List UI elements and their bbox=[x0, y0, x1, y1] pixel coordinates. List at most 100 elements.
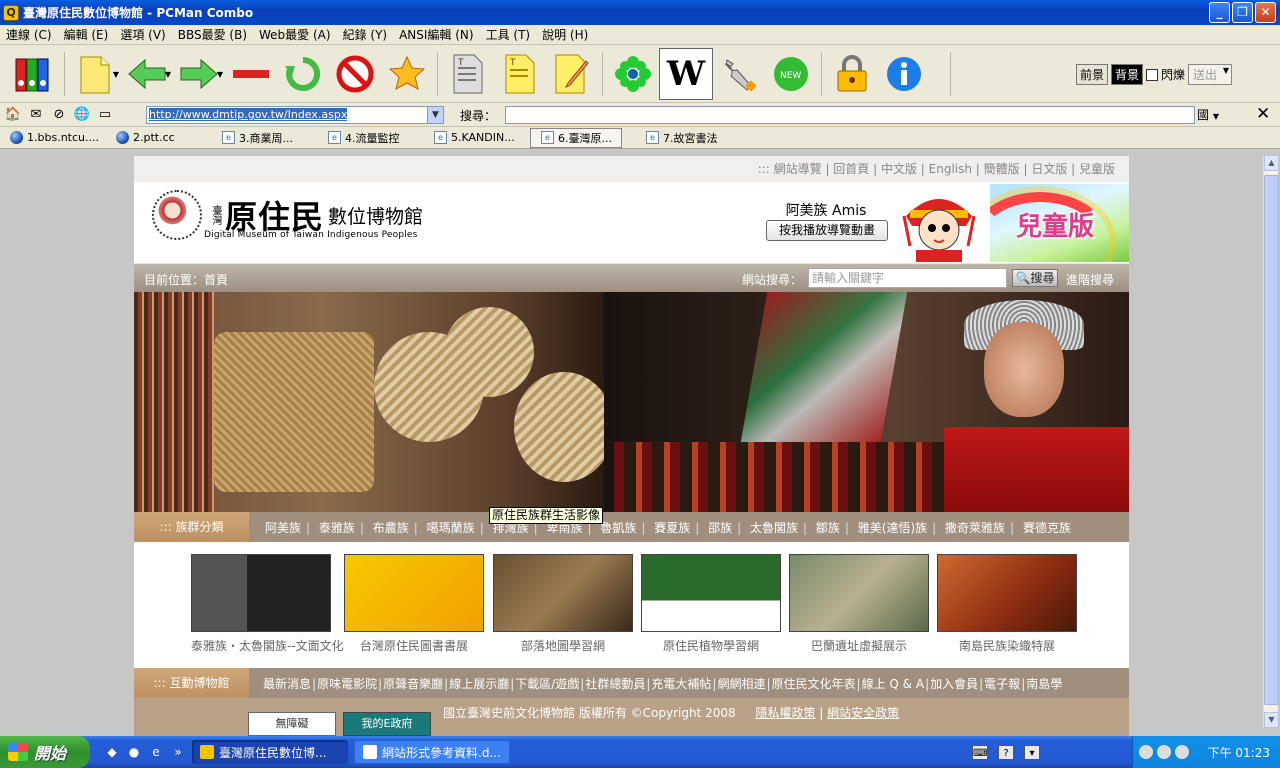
menu-help[interactable]: 說明 (H) bbox=[536, 26, 594, 43]
lock-icon[interactable] bbox=[826, 48, 878, 100]
home-icon[interactable]: 🏠 bbox=[3, 106, 23, 124]
menu-tools[interactable]: 工具 (T) bbox=[480, 26, 537, 43]
text-note-icon[interactable]: T bbox=[494, 48, 546, 100]
e-government-banner[interactable]: 我的E政府 bbox=[343, 712, 431, 736]
no-entry-icon[interactable] bbox=[329, 48, 381, 100]
restore-button[interactable]: ❐ bbox=[1232, 2, 1253, 23]
foreground-button[interactable]: 前景 bbox=[1075, 64, 1108, 85]
connect-books-icon[interactable] bbox=[8, 48, 60, 100]
tribe-link[interactable]: 太魯閣族 bbox=[750, 521, 798, 535]
interactive-link[interactable]: 原住民文化年表 bbox=[772, 677, 856, 691]
search-engine-select[interactable]: 國 ▼ bbox=[1197, 106, 1239, 124]
tribe-link[interactable]: 鄒族 bbox=[816, 521, 840, 535]
wikipedia-icon[interactable]: W bbox=[659, 48, 713, 100]
tab-5[interactable]: e 5.KANDIN... bbox=[424, 128, 530, 148]
taskbar-item-browser[interactable]: 臺灣原住民數位博... bbox=[192, 740, 348, 764]
tribe-link[interactable]: 魯凱族 bbox=[600, 521, 636, 535]
tribe-link[interactable]: 阿美族 bbox=[265, 521, 301, 535]
help-icon[interactable]: ? bbox=[998, 745, 1014, 760]
interactive-link[interactable]: 電子報 bbox=[984, 677, 1020, 691]
interactive-link[interactable]: 網網相連 bbox=[717, 677, 765, 691]
interactive-link[interactable]: 線上 Q & A bbox=[862, 677, 924, 691]
edit-note-icon[interactable] bbox=[546, 48, 598, 100]
options-icon[interactable]: ▾ bbox=[1024, 745, 1040, 760]
browser-icon[interactable]: ● bbox=[126, 744, 142, 760]
tribe-link[interactable]: 賽德克族 bbox=[1023, 521, 1071, 535]
tribe-link[interactable]: 撒奇萊雅族 bbox=[945, 521, 1005, 535]
tab-6[interactable]: e 6.臺灣原... bbox=[530, 127, 622, 148]
tribe-link[interactable]: 雅美(達悟)族 bbox=[858, 521, 927, 535]
url-input[interactable]: http://www.dmtip.gov.tw/Index.aspx ▼ bbox=[146, 106, 444, 124]
snowflake-icon[interactable] bbox=[607, 48, 659, 100]
interactive-link[interactable]: 加入會員 bbox=[930, 677, 978, 691]
feature-item[interactable]: 部落地圖學習網 bbox=[493, 554, 633, 654]
feature-item[interactable]: 巴蘭遺址虛擬展示 bbox=[789, 554, 929, 654]
tab-4[interactable]: e 4.流量監控 bbox=[318, 128, 424, 148]
feature-item[interactable]: 南島民族染織特展 bbox=[937, 554, 1077, 654]
interactive-link[interactable]: 充電大補帖 bbox=[651, 677, 711, 691]
site-search-input[interactable]: 請輸入關鍵字 bbox=[808, 268, 1007, 288]
tribe-link[interactable]: 泰雅族 bbox=[319, 521, 355, 535]
tab-3[interactable]: e 3.商業周... bbox=[212, 128, 318, 148]
ie-icon[interactable]: e bbox=[148, 744, 164, 760]
stop-minus-icon[interactable] bbox=[225, 48, 277, 100]
volume-icon[interactable] bbox=[1175, 745, 1189, 759]
menu-options[interactable]: 選項 (V) bbox=[114, 26, 171, 43]
top-links[interactable]: ::: 網站導覽 | 回首頁 | 中文版 | English | 簡體版 | 日… bbox=[134, 156, 1129, 182]
show-desktop-icon[interactable]: ◆ bbox=[104, 744, 120, 760]
menu-ansi-edit[interactable]: ANSI編輯 (N) bbox=[393, 26, 480, 43]
minimize-button[interactable]: _ bbox=[1209, 2, 1230, 23]
new-page-icon[interactable] bbox=[69, 48, 121, 100]
menu-edit[interactable]: 編輯 (E) bbox=[58, 26, 115, 43]
interactive-link[interactable]: 原聲音樂廳 bbox=[383, 677, 443, 691]
vertical-scrollbar[interactable]: ▲ ▼ bbox=[1263, 155, 1279, 728]
start-button[interactable]: 開始 bbox=[0, 736, 90, 768]
blink-checkbox[interactable] bbox=[1145, 68, 1158, 81]
menu-web-favorites[interactable]: Web最愛 (A) bbox=[253, 26, 337, 43]
more-icon[interactable]: » bbox=[170, 744, 186, 760]
forward-arrow-icon[interactable] bbox=[173, 48, 225, 100]
feature-item[interactable]: 台灣原住民圖書書展 bbox=[344, 554, 484, 654]
text-document-icon[interactable]: T bbox=[442, 48, 494, 100]
back-arrow-icon[interactable] bbox=[1139, 745, 1153, 759]
scroll-down-icon[interactable]: ▼ bbox=[1264, 712, 1279, 728]
keyboard-icon[interactable]: ⌨ bbox=[972, 745, 988, 760]
site-logo[interactable]: 臺灣 原住民 數位博物館 Digital Museum of Taiwan In… bbox=[152, 190, 423, 240]
refresh-icon[interactable] bbox=[277, 48, 329, 100]
interactive-link[interactable]: 原味電影院 bbox=[317, 677, 377, 691]
advanced-search-link[interactable]: 進階搜尋 bbox=[1066, 271, 1114, 288]
tribe-link[interactable]: 布農族 bbox=[373, 521, 409, 535]
new-badge-icon[interactable]: NEW bbox=[765, 48, 817, 100]
scrollbar-thumb[interactable] bbox=[1264, 175, 1279, 705]
mail-icon[interactable]: ✉ bbox=[26, 106, 46, 124]
menu-bbs-favorites[interactable]: BBS最愛 (B) bbox=[172, 26, 253, 43]
search-input[interactable] bbox=[505, 106, 1195, 124]
tray-app-icon[interactable] bbox=[1157, 745, 1171, 759]
menu-history[interactable]: 紀錄 (Y) bbox=[337, 26, 394, 43]
taskbar-item-document[interactable]: 網站形式參考資料.d... bbox=[354, 740, 510, 764]
url-dropdown-icon[interactable]: ▼ bbox=[427, 107, 443, 123]
interactive-link[interactable]: 線上展示廳 bbox=[449, 677, 509, 691]
info-icon[interactable] bbox=[878, 48, 930, 100]
terminal-icon[interactable]: ▭ bbox=[95, 106, 115, 124]
feature-item[interactable]: 原住民植物學習網 bbox=[641, 554, 781, 654]
hero-image[interactable] bbox=[134, 292, 1129, 512]
wrench-icon[interactable] bbox=[713, 48, 765, 100]
scroll-up-icon[interactable]: ▲ bbox=[1264, 155, 1279, 171]
accessibility-banner[interactable]: 無障礙 bbox=[248, 712, 336, 736]
interactive-link[interactable]: 最新消息 bbox=[263, 677, 311, 691]
privacy-policy-link[interactable]: 隱私權政策 bbox=[755, 706, 815, 720]
send-select[interactable]: 送出 ▼ bbox=[1188, 64, 1232, 85]
background-button[interactable]: 背景 bbox=[1110, 64, 1143, 85]
tribe-link[interactable]: 噶瑪蘭族 bbox=[427, 521, 475, 535]
favorite-star-icon[interactable] bbox=[381, 48, 433, 100]
site-search-button[interactable]: 🔍搜尋 bbox=[1012, 269, 1058, 287]
tab-1[interactable]: 1.bbs.ntcu.... bbox=[0, 128, 106, 148]
back-arrow-icon[interactable] bbox=[121, 48, 173, 100]
tab-2[interactable]: 2.ptt.cc bbox=[106, 128, 212, 148]
close-button[interactable]: ✕ bbox=[1255, 2, 1276, 23]
menu-connect[interactable]: 連線 (C) bbox=[0, 26, 58, 43]
interactive-link[interactable]: 社群總動員 bbox=[585, 677, 645, 691]
tribe-link[interactable]: 賽夏族 bbox=[654, 521, 690, 535]
interactive-link[interactable]: 下載區/遊戲 bbox=[515, 677, 579, 691]
